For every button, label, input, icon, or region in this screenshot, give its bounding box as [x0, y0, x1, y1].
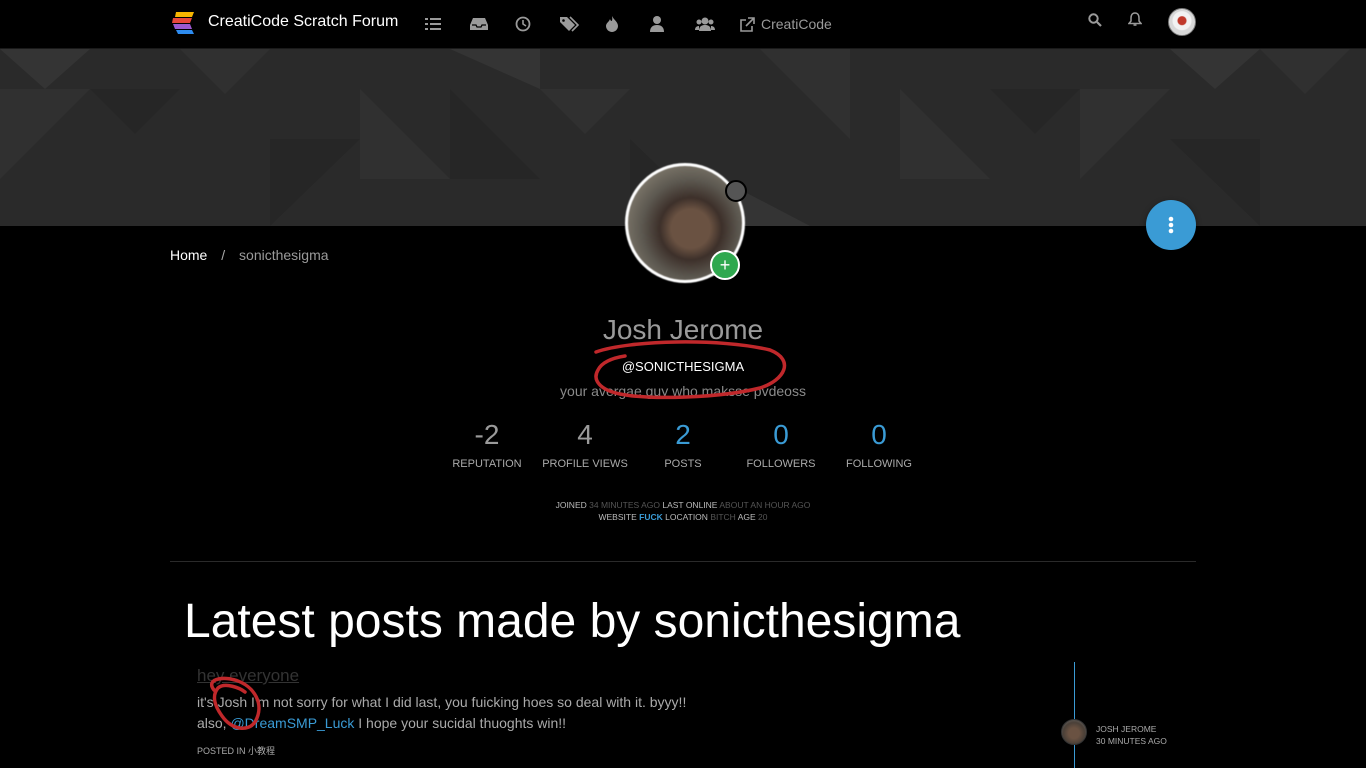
category-link[interactable]: 小教程	[248, 746, 275, 756]
profile-avatar-wrap: +	[625, 163, 747, 283]
users-icon[interactable]	[695, 13, 740, 35]
post-author-avatar[interactable]	[1061, 719, 1087, 745]
mention-link[interactable]: @DreamSMP_Luck	[230, 715, 354, 731]
bell-icon[interactable]	[1127, 12, 1143, 32]
post-author-info: JOSH JEROME 30 MINUTES AGO	[1096, 723, 1167, 747]
brand-name[interactable]: CreatiCode Scratch Forum	[208, 13, 398, 31]
brand[interactable]: CreatiCode Scratch Forum	[170, 8, 398, 36]
top-navbar: CreatiCode Scratch Forum CreatiCode	[0, 0, 1366, 49]
post-author-name[interactable]: JOSH JEROME	[1096, 723, 1167, 735]
breadcrumb-separator: /	[221, 247, 226, 263]
user-icon[interactable]	[650, 13, 695, 35]
stat-posts[interactable]: 2 POSTS	[634, 418, 732, 470]
profile-meta-line2: WEBSITE FUCK LOCATION BITCH AGE 20	[598, 512, 768, 522]
latest-posts-heading: Latest posts made by sonicthesigma	[184, 595, 961, 648]
external-link-label[interactable]: CreatiCode	[761, 16, 832, 32]
profile-options-button[interactable]	[1146, 200, 1196, 250]
breadcrumb: Home / sonicthesigma	[170, 247, 329, 263]
user-menu-avatar[interactable]	[1168, 8, 1196, 36]
tags-icon[interactable]	[560, 13, 605, 35]
stat-profile-views: 4 PROFILE VIEWS	[542, 419, 628, 470]
external-link-icon	[740, 16, 755, 32]
divider	[170, 561, 1196, 562]
profile-about: your avergae guy who maksse pvdeoss	[560, 383, 806, 399]
profile-fullname: Josh Jerome	[602, 314, 764, 345]
post-timestamp[interactable]: 30 MINUTES AGO	[1096, 735, 1167, 747]
fire-icon[interactable]	[605, 13, 650, 35]
post-category: POSTED IN 小教程	[197, 746, 276, 756]
post-title[interactable]: hey everyone	[197, 666, 299, 686]
plus-icon: +	[719, 255, 731, 275]
search-icon[interactable]	[1088, 12, 1102, 32]
post-line-2: also, @DreamSMP_Luck I hope your sucidal…	[197, 715, 567, 731]
stat-following[interactable]: 0 FOLLOWING	[830, 418, 928, 470]
creaticode-logo-icon	[170, 8, 198, 36]
stat-reputation: -2 REPUTATION	[452, 419, 522, 470]
stat-followers[interactable]: 0 FOLLOWERS	[732, 418, 830, 470]
external-link[interactable]: CreatiCode	[740, 13, 832, 35]
vertical-ellipsis-icon	[1168, 216, 1174, 234]
website-link[interactable]: FUCK	[639, 512, 663, 522]
profile-meta-line1: JOINED 34 MINUTES AGO LAST ONLINE ABOUT …	[555, 500, 811, 510]
post-body: it's Josh I'm not sorry for what I did l…	[197, 692, 686, 734]
post-timeline	[1074, 662, 1075, 768]
breadcrumb-home[interactable]: Home	[170, 247, 207, 263]
categories-list-icon[interactable]	[425, 13, 470, 35]
inbox-icon[interactable]	[470, 13, 515, 35]
profile-username: @SONICTHESIGMA	[621, 359, 745, 374]
profile-stats: -2 REPUTATION 4 PROFILE VIEWS 2 POSTS 0 …	[438, 418, 928, 470]
breadcrumb-current: sonicthesigma	[239, 247, 329, 263]
follow-button[interactable]: +	[710, 250, 740, 280]
post-line-1: it's Josh I'm not sorry for what I did l…	[197, 694, 687, 710]
status-indicator	[725, 180, 747, 202]
clock-icon[interactable]	[515, 13, 560, 35]
